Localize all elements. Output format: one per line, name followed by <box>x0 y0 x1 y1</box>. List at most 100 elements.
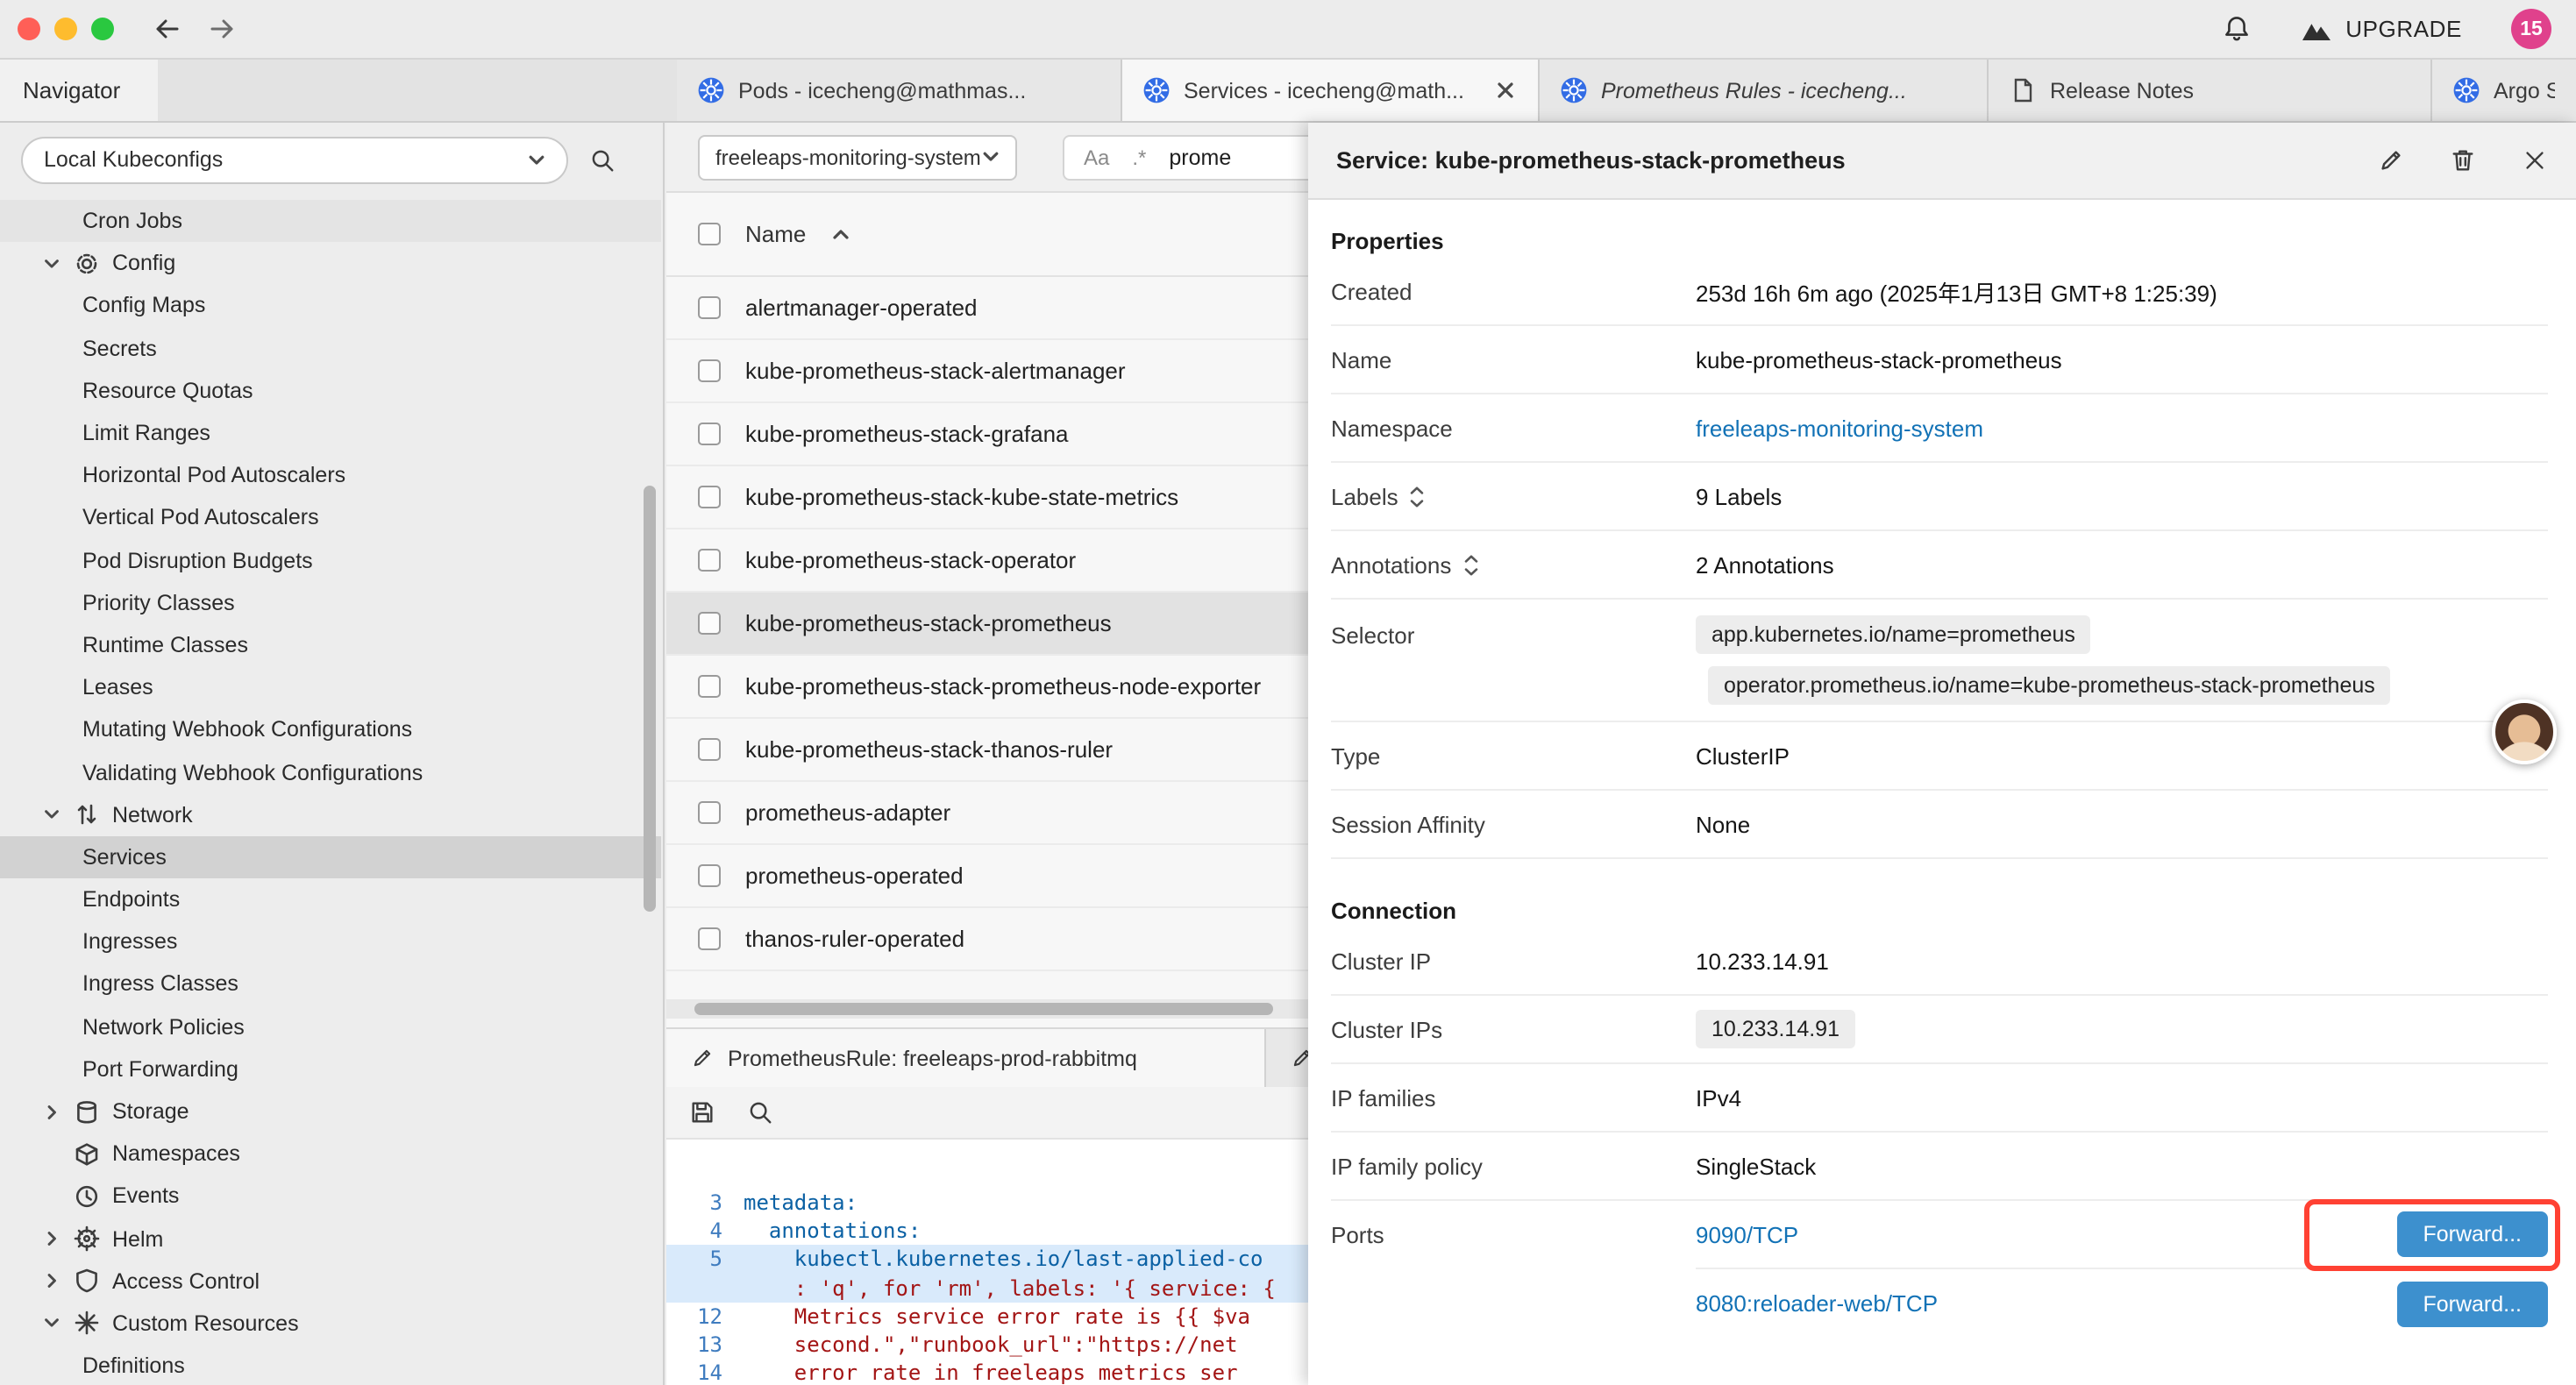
sidebar-item-helm[interactable]: Helm <box>0 1218 661 1260</box>
sidebar-item-events[interactable]: Events <box>0 1175 661 1218</box>
save-icon[interactable] <box>689 1099 715 1126</box>
sidebar-item-network-policies[interactable]: Network Policies <box>0 1005 661 1048</box>
mountain-icon <box>2300 17 2331 41</box>
service-detail-drawer: Service: kube-prometheus-stack-prometheu… <box>1308 123 2576 1385</box>
row-checkbox[interactable] <box>698 864 721 887</box>
row-checkbox[interactable] <box>698 486 721 508</box>
sidebar-item-endpoints[interactable]: Endpoints <box>0 878 661 920</box>
regex-toggle[interactable]: .* <box>1132 145 1146 169</box>
drawer-body: Properties Created 253d 16h 6m ago (2025… <box>1308 200 2576 1385</box>
tab-prometheus-rules[interactable]: Prometheus Rules - icecheng... <box>1540 60 1989 121</box>
port-link-8080-reloader-web[interactable]: 8080:reloader-web/TCP <box>1696 1290 1938 1317</box>
search-value: prome <box>1169 145 1231 169</box>
upgrade-label: UPGRADE <box>2345 16 2462 42</box>
close-window-button[interactable] <box>18 18 40 40</box>
tab-label: Pods - icecheng@mathmas... <box>738 78 1026 103</box>
tab-pods[interactable]: Pods - icecheng@mathmas... <box>677 60 1122 121</box>
port-link-9090[interactable]: 9090/TCP <box>1696 1221 1798 1247</box>
window-titlebar: UPGRADE 15 <box>0 0 2576 60</box>
tab-label: Release Notes <box>2050 78 2194 103</box>
port-row: 8080:reloader-web/TCP Forward... <box>1696 1269 2548 1338</box>
match-case-toggle[interactable]: Aa <box>1084 145 1109 169</box>
row-checkbox[interactable] <box>698 549 721 572</box>
zoom-window-button[interactable] <box>91 18 114 40</box>
select-all-checkbox[interactable] <box>698 223 721 245</box>
namespace-filter-value: freeleaps-monitoring-system <box>715 145 981 169</box>
sidebar-item-custom-resources[interactable]: Custom Resources <box>0 1303 661 1345</box>
sidebar-item-horizontal-pod-autoscalers[interactable]: Horizontal Pod Autoscalers <box>0 454 661 496</box>
section-title-properties: Properties <box>1331 228 2548 254</box>
drawer-title: Service: kube-prometheus-stack-prometheu… <box>1336 147 2332 174</box>
notifications-bell-icon[interactable] <box>2221 14 2251 44</box>
back-icon[interactable] <box>153 16 182 42</box>
sidebar-item-services[interactable]: Services <box>0 836 661 878</box>
row-checkbox[interactable] <box>698 801 721 824</box>
expand-labels-icon[interactable] <box>1409 485 1427 508</box>
namespace-filter-select[interactable]: freeleaps-monitoring-system <box>698 134 1017 180</box>
gear-icon <box>74 251 100 277</box>
avatar[interactable] <box>2492 700 2557 764</box>
close-tab-icon[interactable] <box>1494 79 1517 102</box>
forward-button[interactable]: Forward... <box>2396 1281 2548 1326</box>
detail-row-created: Created 253d 16h 6m ago (2025年1月13日 GMT+… <box>1331 258 2548 326</box>
editor-tab-prometheusrule[interactable]: PrometheusRule: freeleaps-prod-rabbitmq <box>666 1029 1266 1087</box>
minimize-window-button[interactable] <box>54 18 77 40</box>
sidebar-scrollbar[interactable] <box>644 486 656 912</box>
search-icon[interactable] <box>747 1099 773 1126</box>
detail-row-ip-family-policy: IP family policy SingleStack <box>1331 1133 2548 1201</box>
row-checkbox[interactable] <box>698 927 721 950</box>
column-header-name[interactable]: Name <box>745 221 806 247</box>
row-checkbox[interactable] <box>698 738 721 761</box>
delete-icon[interactable] <box>2450 147 2476 174</box>
sidebar-item-network[interactable]: Network <box>0 793 661 835</box>
horizontal-scrollbar[interactable] <box>694 1003 1273 1015</box>
edit-icon[interactable] <box>2378 147 2404 174</box>
shield-icon <box>74 1268 100 1295</box>
tab-bar: Navigator Pods - icecheng@mathmas... Ser… <box>0 60 2576 123</box>
row-checkbox[interactable] <box>698 612 721 635</box>
row-checkbox[interactable] <box>698 675 721 698</box>
tab-services[interactable]: Services - icecheng@math... <box>1122 60 1540 121</box>
sidebar-item-port-forwarding[interactable]: Port Forwarding <box>0 1048 661 1090</box>
kubeconfig-selector[interactable]: Local Kubeconfigs <box>21 136 568 183</box>
expand-annotations-icon[interactable] <box>1462 553 1479 576</box>
sidebar-item-access-control[interactable]: Access Control <box>0 1260 661 1302</box>
navigator-panel-title: Navigator <box>0 60 158 121</box>
sidebar-item-runtime-classes[interactable]: Runtime Classes <box>0 624 661 666</box>
sidebar-item-limit-ranges[interactable]: Limit Ranges <box>0 412 661 454</box>
sort-asc-icon[interactable] <box>830 227 850 241</box>
editor-tab-label: PrometheusRule: freeleaps-prod-rabbitmq <box>728 1046 1137 1070</box>
detail-row-cluster-ip: Cluster IP 10.233.14.91 <box>1331 927 2548 996</box>
notification-count-badge[interactable]: 15 <box>2511 9 2551 49</box>
chevron-down-icon <box>42 254 61 273</box>
sidebar-item-mutating-webhook-configurations[interactable]: Mutating Webhook Configurations <box>0 709 661 751</box>
tab-argo[interactable]: Argo Ser <box>2432 60 2576 121</box>
sidebar-item-ingresses[interactable]: Ingresses <box>0 920 661 962</box>
sidebar-item-secrets[interactable]: Secrets <box>0 327 661 369</box>
sidebar-item-priority-classes[interactable]: Priority Classes <box>0 581 661 623</box>
sidebar-item-ingress-classes[interactable]: Ingress Classes <box>0 963 661 1005</box>
navigator-search-icon[interactable] <box>589 146 616 173</box>
sidebar-item-config[interactable]: Config <box>0 242 661 284</box>
sidebar-item-vertical-pod-autoscalers[interactable]: Vertical Pod Autoscalers <box>0 497 661 539</box>
sidebar-item-config-maps[interactable]: Config Maps <box>0 285 661 327</box>
helm-icon <box>74 1225 100 1252</box>
row-checkbox[interactable] <box>698 359 721 382</box>
tab-release-notes[interactable]: Release Notes <box>1989 60 2432 121</box>
sidebar-item-cron-jobs[interactable]: Cron Jobs <box>0 200 661 242</box>
sidebar-item-storage[interactable]: Storage <box>0 1090 661 1133</box>
sidebar-item-resource-quotas[interactable]: Resource Quotas <box>0 370 661 412</box>
forward-icon[interactable] <box>207 16 237 42</box>
row-checkbox[interactable] <box>698 423 721 445</box>
sidebar-item-namespaces[interactable]: Namespaces <box>0 1133 661 1175</box>
sidebar-item-leases[interactable]: Leases <box>0 666 661 708</box>
sidebar-item-pod-disruption-budgets[interactable]: Pod Disruption Budgets <box>0 539 661 581</box>
row-checkbox[interactable] <box>698 296 721 319</box>
forward-button[interactable]: Forward... <box>2396 1211 2548 1257</box>
close-drawer-icon[interactable] <box>2522 147 2548 174</box>
upgrade-button[interactable]: UPGRADE <box>2300 16 2462 42</box>
sidebar-item-validating-webhook-configurations[interactable]: Validating Webhook Configurations <box>0 751 661 793</box>
clock-icon <box>74 1183 100 1210</box>
namespace-link[interactable]: freeleaps-monitoring-system <box>1696 415 1983 441</box>
sidebar-item-definitions[interactable]: Definitions <box>0 1345 661 1385</box>
